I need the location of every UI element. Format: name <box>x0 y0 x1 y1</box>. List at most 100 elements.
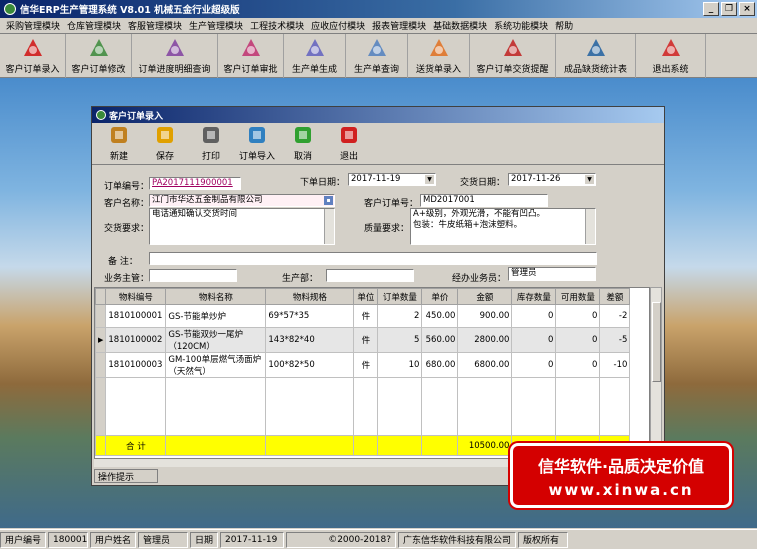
table-row[interactable]: 1810100001 GS-节能单炒炉 69*57*35 件 2 450.00 900.00… <box>95 304 631 328</box>
cell-unit[interactable]: 件 <box>353 327 379 353</box>
cell-price[interactable]: 450.00 <box>421 304 459 328</box>
grid-column-header[interactable]: 单位 <box>353 288 379 305</box>
order-toolbar-button-0[interactable]: 新建 <box>96 124 142 164</box>
customer-value: 江门市华达五金制品有限公司 <box>152 195 263 205</box>
menu-reports[interactable]: 报表管理模块 <box>372 19 426 32</box>
cell-amount[interactable]: 2800.00 <box>457 327 513 353</box>
toolbar-button-label: 退出系统 <box>652 65 689 75</box>
handler-field[interactable]: 管理员 <box>508 267 596 281</box>
cell-spec[interactable]: 143*82*40 <box>265 327 355 353</box>
order-toolbar-button-2[interactable]: 打印 <box>188 124 234 164</box>
menu-system[interactable]: 系统功能模块 <box>494 19 548 32</box>
printer-icon <box>200 124 222 146</box>
toolbar-button-3[interactable]: 客户订单审批 <box>218 34 284 78</box>
menu-help[interactable]: 帮助 <box>555 19 573 32</box>
toolbar-button-8[interactable]: 成品缺货统计表 <box>556 34 636 78</box>
grid-column-header[interactable]: 单价 <box>421 288 459 305</box>
cell-unit[interactable]: 件 <box>353 304 379 328</box>
cell-qty[interactable]: 2 <box>377 304 423 328</box>
close-button[interactable]: × <box>739 2 755 16</box>
grid-column-header[interactable]: 物料编号 <box>105 288 167 305</box>
cell-spec[interactable]: 69*57*35 <box>265 304 355 328</box>
order-date-label: 下单日期： <box>300 178 346 188</box>
toolbar-button-2[interactable]: 订单进度明细查询 <box>132 34 218 78</box>
quality-req-textarea[interactable]: A+级别，外观光滑，不能有凹凸。 包装：牛皮纸箱+泡沫塑料。 <box>410 208 596 245</box>
cell-code[interactable]: 1810100002 <box>105 327 167 353</box>
toolbar-button-0[interactable]: 客户订单录入 <box>0 34 66 78</box>
customer-field[interactable]: 江门市华达五金制品有限公司 ▪ <box>149 194 335 207</box>
scrollbar[interactable] <box>585 209 595 244</box>
grid-column-header[interactable]: 可用数量 <box>555 288 601 305</box>
cell-price[interactable]: 560.00 <box>421 327 459 353</box>
import-icon <box>246 124 268 146</box>
scrollbar[interactable] <box>324 209 334 244</box>
grid-column-header[interactable]: 差额 <box>599 288 631 305</box>
toolbar-button-1[interactable]: 客户订单修改 <box>66 34 132 78</box>
promo-banner: 信华软件·品质决定价值 www.xinwa.cn <box>510 443 732 508</box>
cell-stock[interactable]: 0 <box>511 352 557 378</box>
menu-service[interactable]: 客服管理模块 <box>128 19 182 32</box>
grid-column-header[interactable]: 库存数量 <box>511 288 557 305</box>
order-no-field[interactable]: PA2017111900001 <box>149 177 241 190</box>
cell-name[interactable]: GM-100单层燃气汤面炉（天然气） <box>165 352 267 378</box>
minimize-button[interactable]: _ <box>703 2 719 16</box>
supervisor-field[interactable] <box>149 269 237 282</box>
cell-name[interactable]: GS-节能单炒炉 <box>165 304 267 328</box>
dept-field[interactable] <box>326 269 414 282</box>
toolbar-button-6[interactable]: 送货单录入 <box>408 34 470 78</box>
cell-unit[interactable]: 件 <box>353 352 379 378</box>
cell-amount[interactable]: 900.00 <box>457 304 513 328</box>
menu-basedata[interactable]: 基础数据模块 <box>433 19 487 32</box>
grid-column-header[interactable]: 物料名称 <box>165 288 267 305</box>
grid-column-header[interactable]: 金额 <box>457 288 513 305</box>
order-date-value: 2017-11-19 <box>351 174 401 184</box>
grid-column-header[interactable]: 物料规格 <box>265 288 355 305</box>
dept-label: 生产部： <box>282 274 319 284</box>
cell-price[interactable]: 680.00 <box>421 352 459 378</box>
cell-amount[interactable]: 6800.00 <box>457 352 513 378</box>
cell-diff[interactable]: -2 <box>599 304 631 328</box>
order-toolbar-label: 退出 <box>339 152 358 162</box>
delivery-date-picker[interactable]: 2017-11-26 ▼ <box>508 173 596 186</box>
table-row[interactable]: 1810100003 GM-100单层燃气汤面炉（天然气） 100*82*50 件 10… <box>95 352 631 378</box>
toolbar-button-7[interactable]: 客户订单交货提醒 <box>470 34 556 78</box>
menu-finance[interactable]: 应收应付模块 <box>311 19 365 32</box>
menu-engineering[interactable]: 工程技术模块 <box>250 19 304 32</box>
cell-avail[interactable]: 0 <box>555 327 601 353</box>
cell-stock[interactable]: 0 <box>511 327 557 353</box>
grid-column-header[interactable]: 订单数量 <box>377 288 423 305</box>
cell-qty[interactable]: 10 <box>377 352 423 378</box>
cell-name[interactable]: GS-节能双炒一尾炉（120CM） <box>165 327 267 353</box>
lookup-icon[interactable]: ▪ <box>324 196 333 205</box>
scroll-thumb[interactable] <box>652 302 661 382</box>
delivery-req-textarea[interactable]: 电话通知确认交货时间 <box>149 208 335 245</box>
toolbar-button-9[interactable]: 退出系统 <box>636 34 706 78</box>
menu-warehouse[interactable]: 仓库管理模块 <box>67 19 121 32</box>
cell-qty[interactable]: 5 <box>377 327 423 353</box>
cell-avail[interactable]: 0 <box>555 304 601 328</box>
cell-stock[interactable]: 0 <box>511 304 557 328</box>
chevron-down-icon[interactable]: ▼ <box>585 175 594 184</box>
toolbar-button-5[interactable]: 生产单查询 <box>346 34 408 78</box>
order-toolbar-button-1[interactable]: 保存 <box>142 124 188 164</box>
toolbar-button-4[interactable]: 生产单生成 <box>284 34 346 78</box>
app-title: 信华ERP生产管理系统 V8.01 机械五金行业超级版 <box>20 5 240 16</box>
cell-avail[interactable]: 0 <box>555 352 601 378</box>
table-row[interactable]: ▶ 1810100002 GS-节能双炒一尾炉（120CM） 143*82*40 件 5 5… <box>95 327 631 353</box>
restore-button[interactable]: ❐ <box>721 2 737 16</box>
cell-diff[interactable]: -5 <box>599 327 631 353</box>
order-date-picker[interactable]: 2017-11-19 ▼ <box>348 173 436 186</box>
cell-diff[interactable]: -10 <box>599 352 631 378</box>
customer-order-field[interactable]: MD2017001 <box>420 194 548 207</box>
chevron-down-icon[interactable]: ▼ <box>425 175 434 184</box>
menu-purchase[interactable]: 采购管理模块 <box>6 19 60 32</box>
cell-code[interactable]: 1810100001 <box>105 304 167 328</box>
order-toolbar-button-3[interactable]: 订单导入 <box>234 124 280 164</box>
order-toolbar-button-5[interactable]: 退出 <box>326 124 372 164</box>
cell-code[interactable]: 1810100003 <box>105 352 167 378</box>
order-toolbar-button-4[interactable]: 取消 <box>280 124 326 164</box>
cell-spec[interactable]: 100*82*50 <box>265 352 355 378</box>
remark-field[interactable] <box>149 252 597 265</box>
menu-production[interactable]: 生产管理模块 <box>189 19 243 32</box>
grid-vertical-scrollbar[interactable] <box>650 287 662 459</box>
